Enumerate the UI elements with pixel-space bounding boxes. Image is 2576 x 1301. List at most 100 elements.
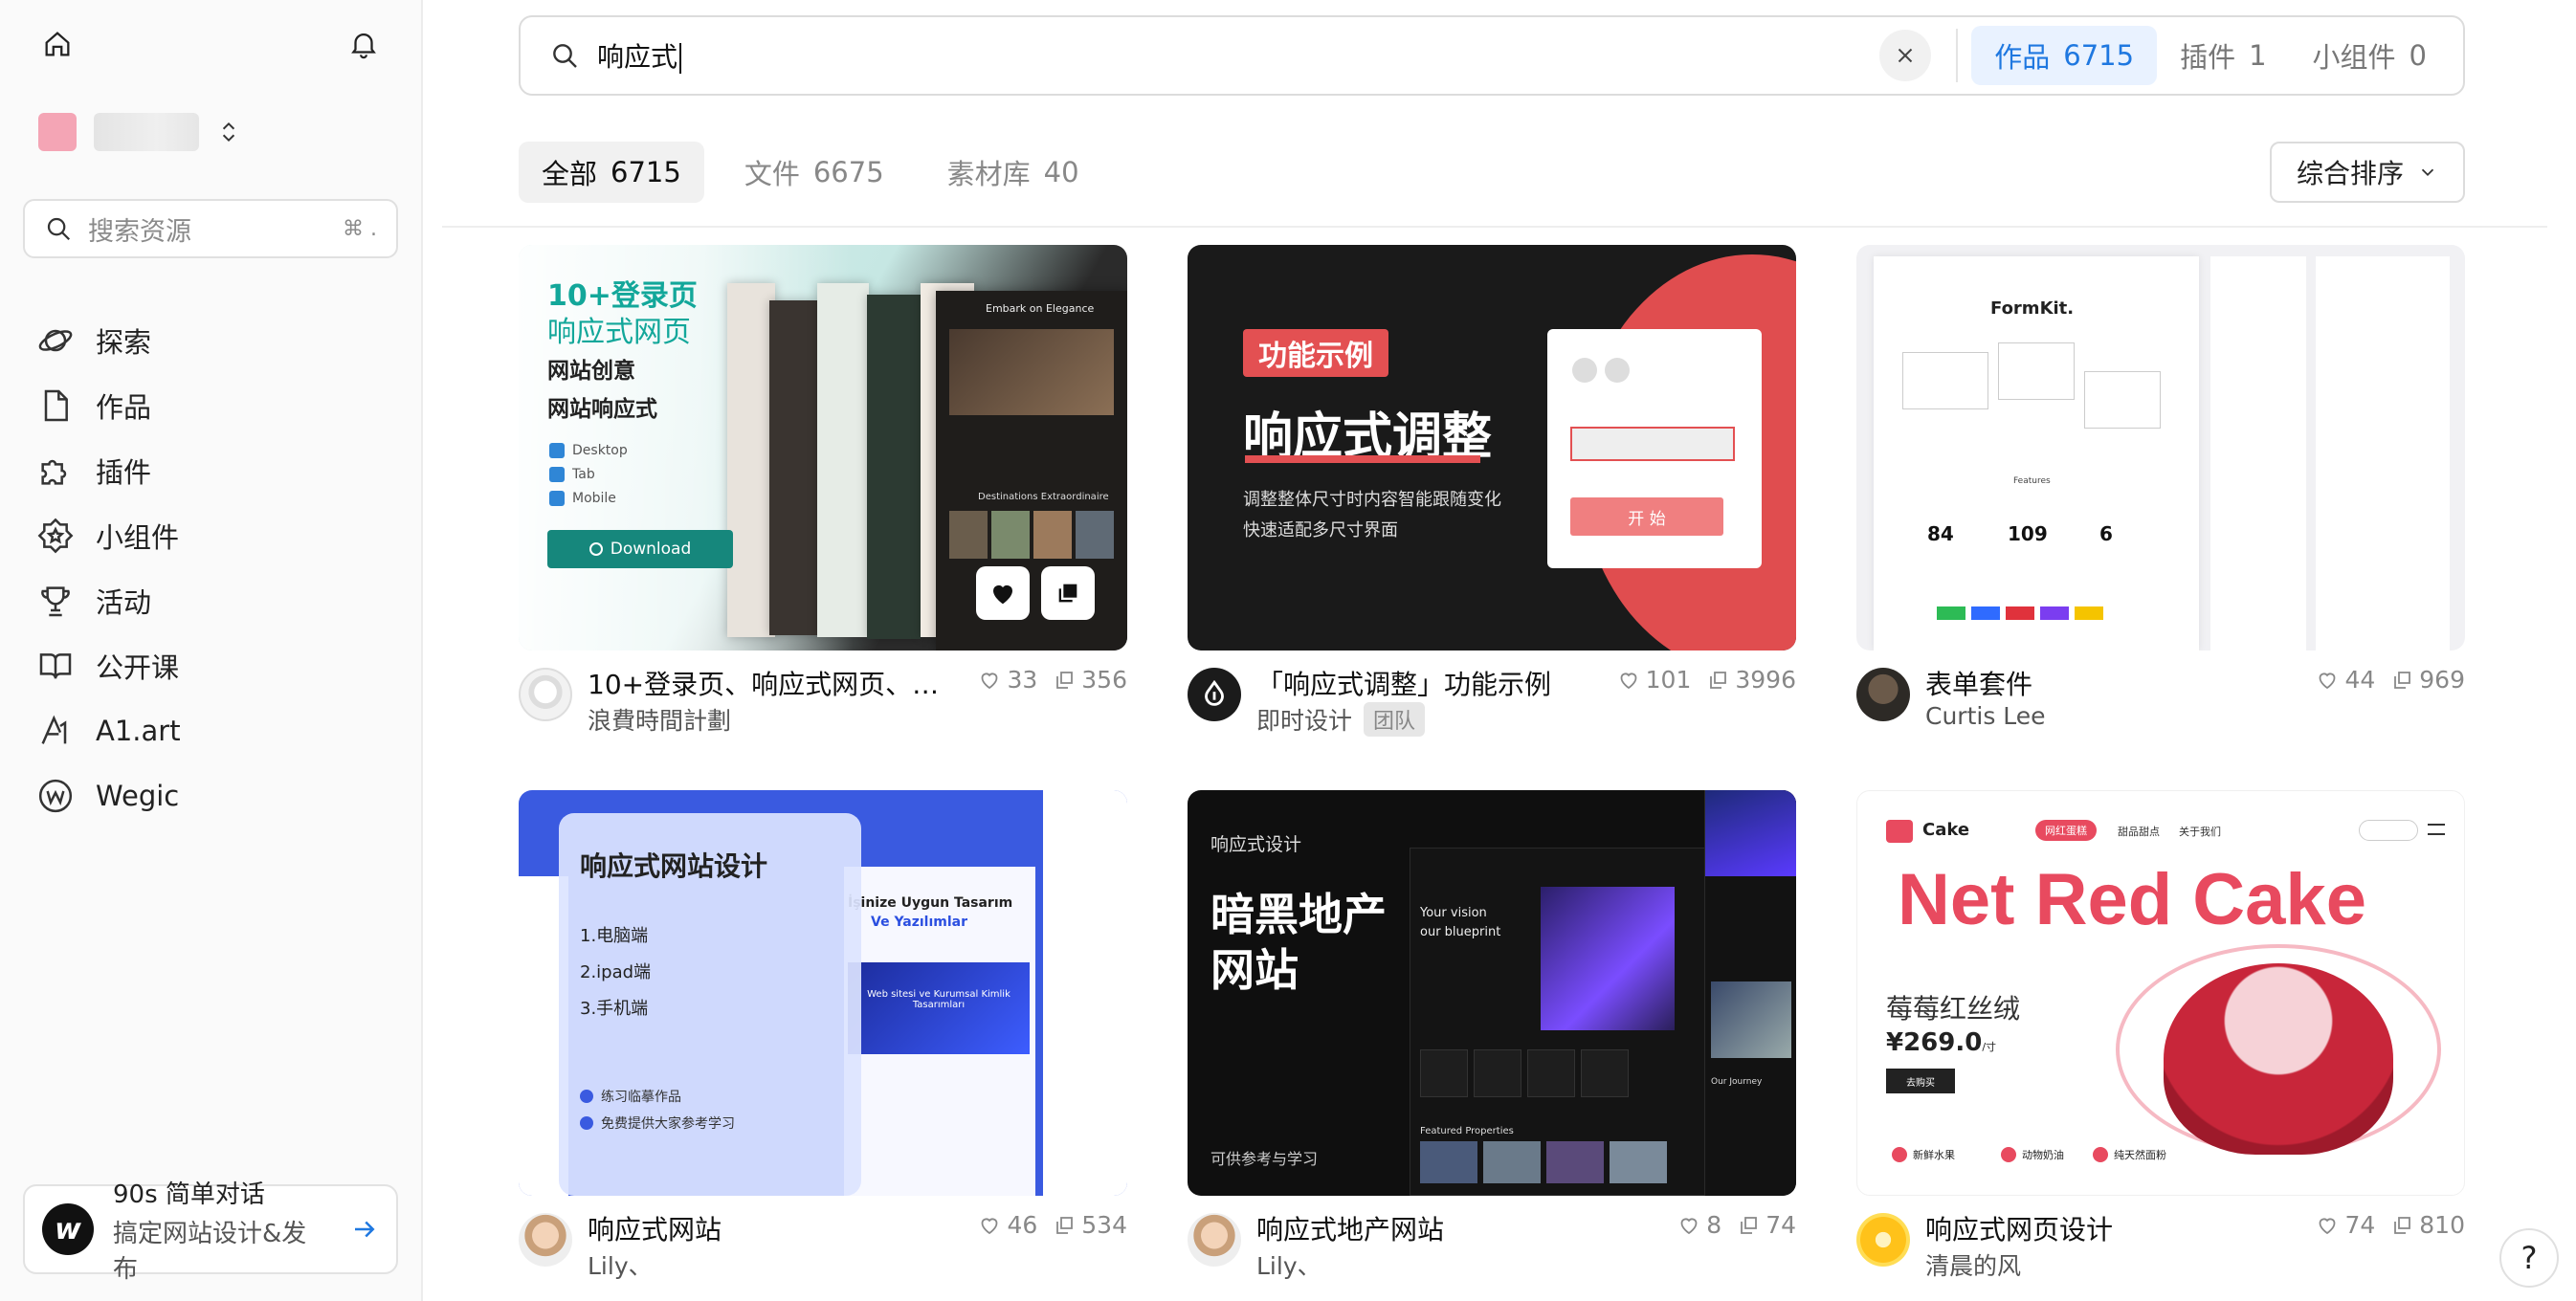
chevron-down-icon [2421, 168, 2434, 177]
arrow-right-icon [355, 1221, 375, 1238]
trophy-icon [41, 586, 70, 617]
card-thumbnail[interactable]: 功能示例 响应式调整 调整整体尺寸时内容智能跟随变化 快速适配多尺寸界面 开 始 [1188, 245, 1796, 650]
card-author[interactable]: Lily、 [1256, 1247, 1321, 1282]
workspace-avatar [38, 113, 77, 151]
card-author[interactable]: 浪費時間計劃 [588, 702, 731, 737]
preview-heading: Embark on Elegance [986, 302, 1095, 315]
card-thumbnail[interactable]: İşinize Uygun Tasarım Ve Yazılımlar Web … [519, 790, 1127, 1196]
tab-works[interactable]: 作品 6715 [1971, 26, 2158, 85]
mock-buy-button: 去购买 [1886, 1069, 1955, 1093]
mock-page: İşinize Uygun Tasarım Ve Yazılımlar Web … [844, 867, 1035, 1196]
avatar[interactable] [1856, 668, 1910, 721]
search-placeholder: 搜索资源 [88, 216, 191, 247]
mock-form [1902, 352, 1988, 409]
tab-widgets[interactable]: 小组件 0 [2290, 26, 2450, 85]
work-card[interactable]: 响应式设计 暗黑地产 网站 可供参考与学习 Your vision our bl… [1188, 790, 1796, 1295]
copy-outline-icon [1710, 671, 1727, 689]
filter-files[interactable]: 文件 6675 [722, 142, 907, 203]
card-author[interactable]: Curtis Lee [1925, 702, 2046, 730]
card-thumbnail[interactable]: Embark on Elegance Destinations Extraord… [519, 245, 1127, 650]
card-title[interactable]: 「响应式调整」功能示例 [1256, 664, 1551, 702]
card-title[interactable]: 响应式网站 [588, 1209, 722, 1247]
sidebar-item-courses[interactable]: 公开课 [36, 633, 400, 698]
author-name: Lily、 [588, 1252, 653, 1280]
thumb-download-button: Download [547, 530, 733, 568]
tab-count: 6715 [2063, 39, 2135, 72]
mock-tile [1474, 1049, 1521, 1097]
mock-tile [1420, 1049, 1468, 1097]
search-input[interactable]: 响应式 [597, 36, 1879, 75]
tab-plugins[interactable]: 插件 1 [2157, 26, 2289, 85]
preview-image [1076, 511, 1114, 559]
mock-tile [1581, 1049, 1629, 1097]
mock-page: Your vision our blueprint Featured Prope… [1410, 848, 1729, 1196]
headline-underline [1245, 455, 1480, 463]
card-thumbnail[interactable]: FormKit. Features 84 109 6 [1856, 245, 2465, 650]
card-author[interactable]: Lily、 [588, 1247, 653, 1282]
wegic-promo-card[interactable]: w 90s 简单对话 搞定网站设计&发布 [23, 1180, 398, 1284]
thumb-brand: Cake [1922, 820, 1970, 840]
filter-chips: 全部 6715 文件 6675 素材库 40 [519, 142, 1102, 203]
tab-count: 0 [2409, 39, 2427, 72]
heart-outline-icon [1680, 1218, 1698, 1234]
like-count-value: 46 [1007, 1211, 1038, 1239]
work-card[interactable]: Cake 网红蛋糕 甜品甜点 关于我们 Net Red Cake 莓莓红丝绒 ¥… [1856, 790, 2465, 1295]
avatar[interactable] [1188, 668, 1241, 721]
mock-panel: 开 始 [1547, 329, 1762, 568]
sidebar-item-a1art[interactable]: A1.art [36, 698, 400, 763]
card-title[interactable]: 响应式网页设计 [1925, 1209, 2113, 1247]
home-icon[interactable] [38, 25, 77, 63]
filter-all[interactable]: 全部 6715 [519, 142, 704, 203]
like-button[interactable] [976, 566, 1030, 620]
filter-count: 40 [1043, 156, 1079, 188]
work-card[interactable]: FormKit. Features 84 109 6 表单套件 Curtis L… [1856, 245, 2465, 750]
like-count: 101 [1617, 666, 1691, 694]
clear-search-button[interactable] [1879, 30, 1932, 81]
mock-nav-item: 关于我们 [2179, 826, 2221, 838]
workspace-switcher[interactable] [38, 113, 241, 151]
avatar[interactable] [1856, 1213, 1910, 1267]
sidebar-item-works[interactable]: 作品 [36, 373, 400, 438]
color-swatch [2040, 606, 2069, 620]
file-icon [44, 389, 68, 422]
avatar[interactable] [519, 1213, 572, 1267]
check-label: Desktop [572, 442, 628, 458]
preview-heading: İşinize Uygun Tasarım [848, 895, 1013, 911]
avatar[interactable] [1188, 1213, 1241, 1267]
filter-libraries[interactable]: 素材库 40 [924, 142, 1102, 203]
thumb-desc: 快速适配多尺寸界面 [1243, 520, 1398, 540]
mock-form [1998, 342, 2075, 400]
check-circle-icon [580, 1090, 593, 1103]
sidebar-item-wegic[interactable]: Wegic [36, 763, 400, 828]
work-card[interactable]: 功能示例 响应式调整 调整整体尺寸时内容智能跟随变化 快速适配多尺寸界面 开 始… [1188, 245, 1796, 750]
sidebar-item-explore[interactable]: 探索 [36, 308, 400, 373]
sidebar-item-widgets[interactable]: 小组件 [36, 503, 400, 568]
mock-page [2316, 256, 2450, 650]
bell-icon[interactable] [344, 25, 383, 63]
card-title[interactable]: 表单套件 [1925, 664, 2032, 702]
avatar[interactable] [519, 668, 572, 721]
card-thumbnail[interactable]: 响应式设计 暗黑地产 网站 可供参考与学习 Your vision our bl… [1188, 790, 1796, 1196]
color-swatch [2075, 606, 2103, 620]
filter-label: 素材库 [946, 158, 1031, 190]
card-author[interactable]: 即时设计 团队 [1256, 702, 1426, 737]
color-swatch [1937, 606, 1965, 620]
sidebar-item-plugins[interactable]: 插件 [36, 438, 400, 503]
sidebar-item-label: 公开课 [96, 651, 180, 684]
sidebar-search-input[interactable]: 搜索资源 ⌘ . [23, 199, 398, 258]
screen-preview-main: Embark on Elegance Destinations Extraord… [936, 291, 1127, 650]
card-title[interactable]: 响应式地产网站 [1256, 1209, 1444, 1247]
sort-dropdown[interactable]: 综合排序 [2270, 142, 2465, 203]
filter-count: 6715 [611, 156, 681, 188]
work-card[interactable]: Embark on Elegance Destinations Extraord… [519, 245, 1127, 750]
help-button[interactable]: ? [2499, 1228, 2559, 1288]
card-author[interactable]: 清晨的风 [1925, 1247, 2021, 1282]
duplicate-button[interactable] [1041, 566, 1095, 620]
sidebar-item-events[interactable]: 活动 [36, 568, 400, 633]
like-count: 46 [978, 1211, 1037, 1239]
card-thumbnail[interactable]: Cake 网红蛋糕 甜品甜点 关于我们 Net Red Cake 莓莓红丝绒 ¥… [1856, 790, 2465, 1196]
card-title[interactable]: 10+登录页、响应式网页、选项卡等... [588, 664, 961, 702]
color-swatch [2006, 606, 2034, 620]
work-card[interactable]: İşinize Uygun Tasarım Ve Yazılımlar Web … [519, 790, 1127, 1295]
tab-label: 插件 [2180, 41, 2236, 74]
